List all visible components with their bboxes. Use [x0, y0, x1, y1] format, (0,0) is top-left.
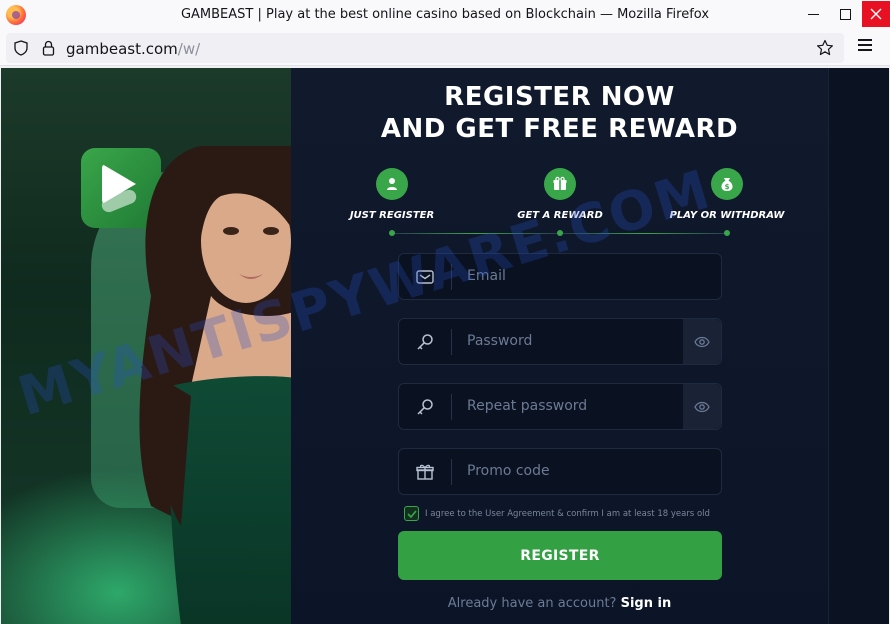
- show-repeat-password-eye-icon[interactable]: [683, 384, 721, 429]
- step-get-reward: GET A REWARD: [490, 168, 630, 221]
- step-dot: [724, 230, 730, 236]
- user-icon: [376, 168, 408, 200]
- svg-text:$: $: [725, 183, 730, 191]
- register-button[interactable]: REGISTER: [398, 531, 722, 580]
- step-dot: [389, 230, 395, 236]
- password-field[interactable]: Password: [398, 318, 722, 365]
- step-label: JUST REGISTER: [349, 210, 435, 221]
- url-path: /w/: [177, 40, 201, 58]
- shield-icon[interactable]: [14, 40, 28, 56]
- envelope-icon: [399, 254, 451, 299]
- woman-model-image: [139, 146, 291, 624]
- key-icon: [399, 319, 451, 364]
- show-password-eye-icon[interactable]: [683, 319, 721, 364]
- headline-line2: AND GET FREE REWARD: [380, 114, 739, 144]
- signin-prompt: Already have an account?: [447, 596, 617, 611]
- browser-window: GAMBEAST | Play at the best online casin…: [0, 0, 890, 624]
- money-bag-icon: $: [711, 168, 743, 200]
- password-placeholder: Password: [467, 333, 533, 349]
- signin-link[interactable]: Sign in: [621, 596, 672, 611]
- title-bar: GAMBEAST | Play at the best online casin…: [0, 0, 890, 30]
- repeat-password-placeholder: Repeat password: [467, 398, 588, 414]
- page-content: REGISTER NOW AND GET FREE REWARD JUST RE…: [1, 68, 889, 624]
- promo-code-field[interactable]: Promo code: [398, 448, 722, 495]
- navigation-bar: gambeast.com/w/: [0, 30, 890, 66]
- key-icon: [399, 384, 451, 429]
- step-label: PLAY OR WITHDRAW: [669, 210, 785, 221]
- url-domain: gambeast.com: [66, 40, 178, 58]
- repeat-password-field[interactable]: Repeat password: [398, 383, 722, 430]
- headline-line1: REGISTER NOW: [444, 82, 675, 112]
- hamburger-menu-icon[interactable]: [858, 39, 872, 51]
- gift-icon: [399, 449, 451, 494]
- check-icon: [406, 509, 417, 518]
- promo-placeholder: Promo code: [467, 463, 550, 479]
- bookmark-star-icon[interactable]: [816, 39, 834, 57]
- right-side-panel: [828, 68, 889, 624]
- agreement-label[interactable]: I agree to the User Agreement & confirm …: [425, 509, 710, 519]
- agreement-checkbox[interactable]: [404, 506, 419, 521]
- gift-icon: [544, 168, 576, 200]
- step-dot: [557, 230, 563, 236]
- url-text[interactable]: gambeast.com/w/: [66, 40, 200, 58]
- close-button[interactable]: [862, 1, 890, 27]
- url-bar[interactable]: gambeast.com/w/: [6, 33, 844, 63]
- email-field[interactable]: Email: [398, 253, 722, 300]
- minimize-button[interactable]: [798, 0, 828, 28]
- maximize-button[interactable]: [830, 0, 860, 28]
- close-icon: [870, 8, 882, 20]
- agreement-row: I agree to the User Agreement & confirm …: [404, 506, 710, 521]
- email-placeholder: Email: [467, 268, 506, 284]
- step-just-register: JUST REGISTER: [322, 168, 462, 221]
- signin-row: Already have an account? Sign in: [291, 596, 828, 611]
- window-title: GAMBEAST | Play at the best online casin…: [180, 7, 710, 22]
- step-play-withdraw: $ PLAY OR WITHDRAW: [657, 168, 797, 221]
- hero-panel: [1, 68, 291, 624]
- step-label: GET A REWARD: [517, 210, 603, 221]
- lock-icon[interactable]: [42, 40, 55, 56]
